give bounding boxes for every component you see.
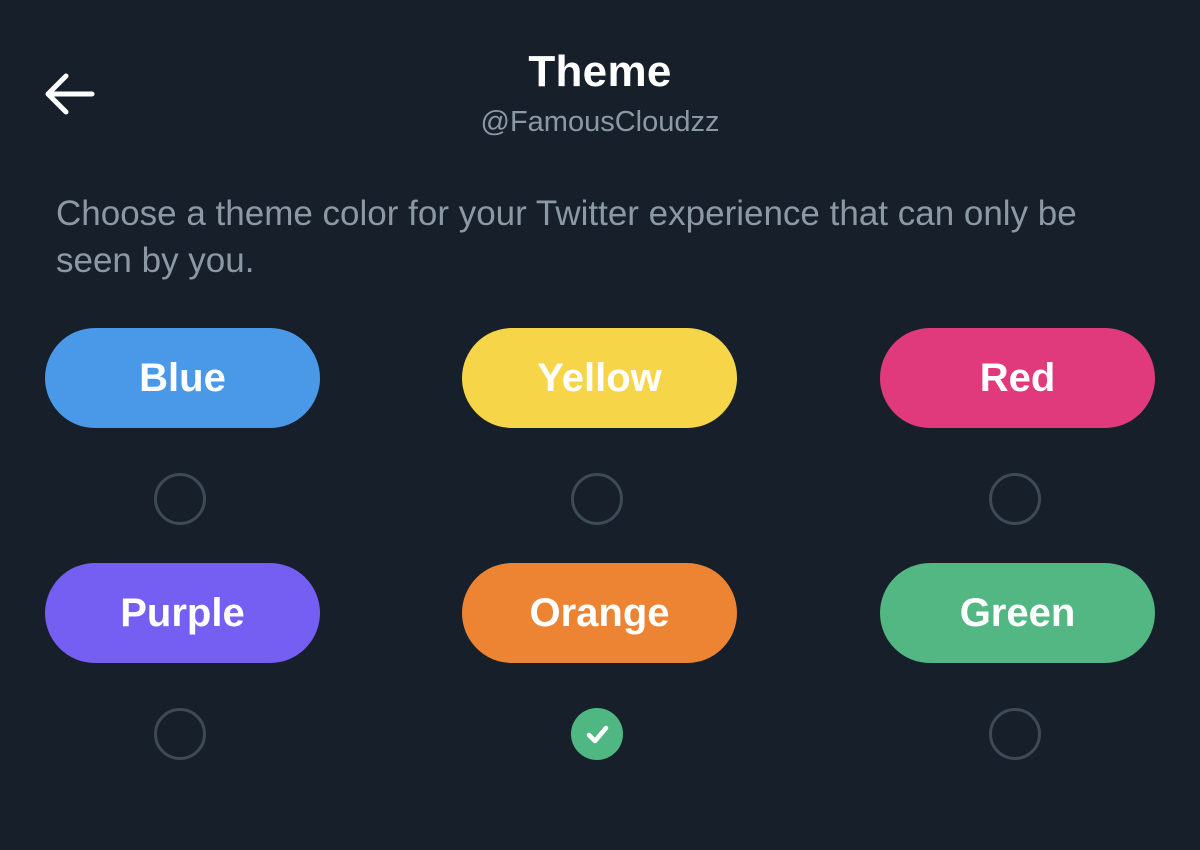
checkmark-icon: [586, 725, 609, 744]
theme-radio-yellow[interactable]: [571, 473, 623, 525]
theme-option-green[interactable]: Green: [880, 563, 1155, 773]
theme-radio-red[interactable]: [989, 473, 1041, 525]
page-header: Theme @FamousCloudzz: [0, 44, 1200, 142]
theme-radio-green[interactable]: [989, 708, 1041, 760]
theme-radio-blue[interactable]: [154, 473, 206, 525]
theme-pill-blue[interactable]: Blue: [45, 328, 320, 428]
theme-option-yellow[interactable]: Yellow: [462, 328, 737, 538]
theme-option-red[interactable]: Red: [880, 328, 1155, 538]
theme-option-orange[interactable]: Orange: [462, 563, 737, 773]
account-handle: @FamousCloudzz: [480, 106, 720, 138]
theme-pill-red[interactable]: Red: [880, 328, 1155, 428]
theme-option-blue[interactable]: Blue: [45, 328, 320, 538]
theme-option-purple[interactable]: Purple: [45, 563, 320, 773]
page-title: Theme: [528, 47, 672, 96]
theme-pill-yellow[interactable]: Yellow: [462, 328, 737, 428]
theme-radio-orange[interactable]: [571, 708, 623, 760]
theme-radio-purple[interactable]: [154, 708, 206, 760]
theme-pill-green[interactable]: Green: [880, 563, 1155, 663]
theme-pill-orange[interactable]: Orange: [462, 563, 737, 663]
theme-description: Choose a theme color for your Twitter ex…: [56, 194, 1077, 280]
theme-pill-purple[interactable]: Purple: [45, 563, 320, 663]
